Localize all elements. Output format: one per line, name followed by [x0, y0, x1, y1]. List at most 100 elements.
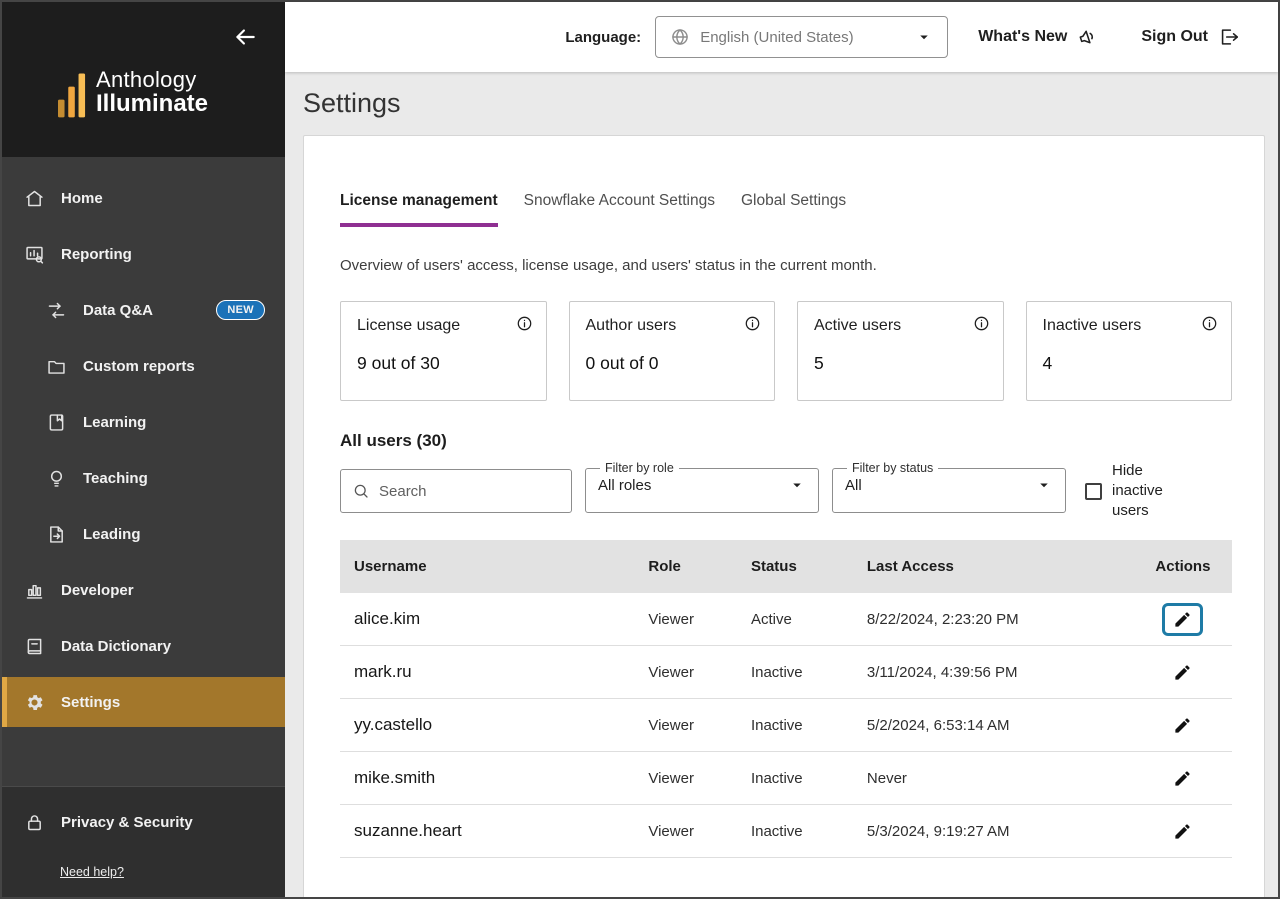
cell-role: Viewer — [634, 752, 737, 805]
cell-username: yy.castello — [340, 699, 634, 752]
new-badge: NEW — [216, 300, 265, 320]
main-content: Settings License management Snowflake Ac… — [285, 72, 1278, 897]
sidebar-bottom: Privacy & Security Need help? — [2, 786, 285, 897]
stat-cards: License usage 9 out of 30 Author users 0… — [340, 301, 1232, 401]
edit-user-button[interactable] — [1162, 656, 1203, 689]
sidebar-item-data-dictionary[interactable]: Data Dictionary — [2, 621, 285, 671]
table-row: suzanne.heart Viewer Inactive 5/3/2024, … — [340, 805, 1232, 858]
edit-user-button[interactable] — [1162, 815, 1203, 848]
edit-user-button[interactable] — [1162, 603, 1203, 636]
col-header-status: Status — [737, 540, 853, 593]
cell-role: Viewer — [634, 805, 737, 858]
cell-username: suzanne.heart — [340, 805, 634, 858]
search-icon — [352, 482, 370, 500]
tab-global-settings[interactable]: Global Settings — [741, 192, 846, 227]
filter-by-role-select[interactable]: Filter by role All roles — [585, 461, 819, 513]
cell-status: Inactive — [737, 805, 853, 858]
language-label: Language: — [565, 29, 641, 46]
whats-new-button[interactable]: What's New — [978, 26, 1099, 48]
cell-status: Inactive — [737, 752, 853, 805]
document-arrow-icon — [46, 524, 67, 545]
sidebar-item-developer[interactable]: Developer — [2, 565, 285, 615]
whats-new-label: What's New — [978, 28, 1067, 46]
cell-role: Viewer — [634, 699, 737, 752]
cell-role: Viewer — [634, 593, 737, 646]
chevron-down-icon — [788, 476, 806, 494]
filter-by-role-value: All roles — [598, 477, 651, 494]
info-icon[interactable] — [1201, 315, 1218, 332]
page-title: Settings — [303, 88, 1265, 119]
sidebar-nav: Home Reporting Data Q&A NEW Custom repor… — [2, 157, 285, 786]
pencil-icon — [1173, 663, 1192, 682]
table-row: yy.castello Viewer Inactive 5/2/2024, 6:… — [340, 699, 1232, 752]
sidebar-item-label: Data Q&A — [83, 302, 153, 319]
sign-out-label: Sign Out — [1141, 28, 1208, 46]
settings-card: License management Snowflake Account Set… — [303, 135, 1265, 897]
sidebar-item-custom-reports[interactable]: Custom reports — [2, 341, 285, 391]
anthology-illuminate-logo: Anthology Illuminate — [58, 68, 208, 119]
cell-last-access: 5/3/2024, 9:19:27 AM — [853, 805, 1134, 858]
chevron-down-icon — [915, 28, 933, 46]
cell-last-access: Never — [853, 752, 1134, 805]
megaphone-icon — [1077, 26, 1099, 48]
tab-snowflake-account-settings[interactable]: Snowflake Account Settings — [524, 192, 715, 227]
language-dropdown[interactable]: English (United States) — [655, 16, 948, 58]
chevron-down-icon — [1035, 476, 1053, 494]
sidebar-item-reporting[interactable]: Reporting — [2, 229, 285, 279]
settings-tabs: License management Snowflake Account Set… — [340, 192, 1232, 227]
sidebar-item-label: Privacy & Security — [61, 814, 193, 831]
sidebar-item-settings[interactable]: Settings — [2, 677, 285, 727]
stat-card-title: License usage — [357, 317, 530, 335]
sidebar-item-label: Custom reports — [83, 358, 195, 375]
sidebar-item-data-qa[interactable]: Data Q&A NEW — [2, 285, 285, 335]
info-icon[interactable] — [973, 315, 990, 332]
info-icon[interactable] — [516, 315, 533, 332]
edit-user-button[interactable] — [1162, 709, 1203, 742]
cell-status: Active — [737, 593, 853, 646]
table-row: alice.kim Viewer Active 8/22/2024, 2:23:… — [340, 593, 1232, 646]
stat-card: Inactive users 4 — [1026, 301, 1233, 401]
sidebar-item-label: Home — [61, 190, 103, 207]
stat-card: Active users 5 — [797, 301, 1004, 401]
collapse-sidebar-button[interactable] — [231, 24, 259, 52]
stat-card-title: Active users — [814, 317, 987, 335]
folder-icon — [46, 356, 67, 377]
sidebar-item-leading[interactable]: Leading — [2, 509, 285, 559]
stat-card: Author users 0 out of 0 — [569, 301, 776, 401]
language-dropdown-value: English (United States) — [700, 29, 853, 46]
info-icon[interactable] — [744, 315, 761, 332]
sidebar-item-home[interactable]: Home — [2, 173, 285, 223]
hide-inactive-users-control[interactable]: Hide inactive users — [1085, 469, 1174, 513]
sign-out-button[interactable]: Sign Out — [1141, 26, 1240, 48]
all-users-heading: All users (30) — [340, 431, 1232, 451]
stat-card: License usage 9 out of 30 — [340, 301, 547, 401]
sidebar-item-privacy-security[interactable]: Privacy & Security — [2, 797, 285, 847]
table-row: mike.smith Viewer Inactive Never — [340, 752, 1232, 805]
sidebar-item-learning[interactable]: Learning — [2, 397, 285, 447]
gear-icon — [24, 692, 45, 713]
cell-status: Inactive — [737, 699, 853, 752]
stat-card-value: 5 — [814, 353, 824, 373]
app-window: Anthology Illuminate Home Reporting Data… — [0, 0, 1280, 899]
sidebar-item-label: Settings — [61, 694, 120, 711]
search-input[interactable] — [379, 483, 560, 500]
tab-license-management[interactable]: License management — [340, 192, 498, 227]
users-table: Username Role Status Last Access Actions… — [340, 540, 1232, 858]
home-icon — [24, 188, 45, 209]
stat-card-suffix: out of 30 — [372, 353, 440, 373]
hide-inactive-users-checkbox[interactable] — [1085, 483, 1102, 500]
edit-user-button[interactable] — [1162, 762, 1203, 795]
filter-by-status-select[interactable]: Filter by status All — [832, 461, 1066, 513]
search-box[interactable] — [340, 469, 572, 513]
cell-last-access: 8/22/2024, 2:23:20 PM — [853, 593, 1134, 646]
stat-card-value: 4 — [1043, 353, 1053, 373]
sidebar-item-label: Reporting — [61, 246, 132, 263]
need-help-link[interactable]: Need help? — [60, 865, 124, 879]
sidebar-item-teaching[interactable]: Teaching — [2, 453, 285, 503]
cell-status: Inactive — [737, 646, 853, 699]
col-header-role: Role — [634, 540, 737, 593]
book-icon — [24, 636, 45, 657]
notebook-bookmark-icon — [46, 412, 67, 433]
stat-card-title: Inactive users — [1043, 317, 1216, 335]
stat-card-value: 9 — [357, 353, 367, 373]
